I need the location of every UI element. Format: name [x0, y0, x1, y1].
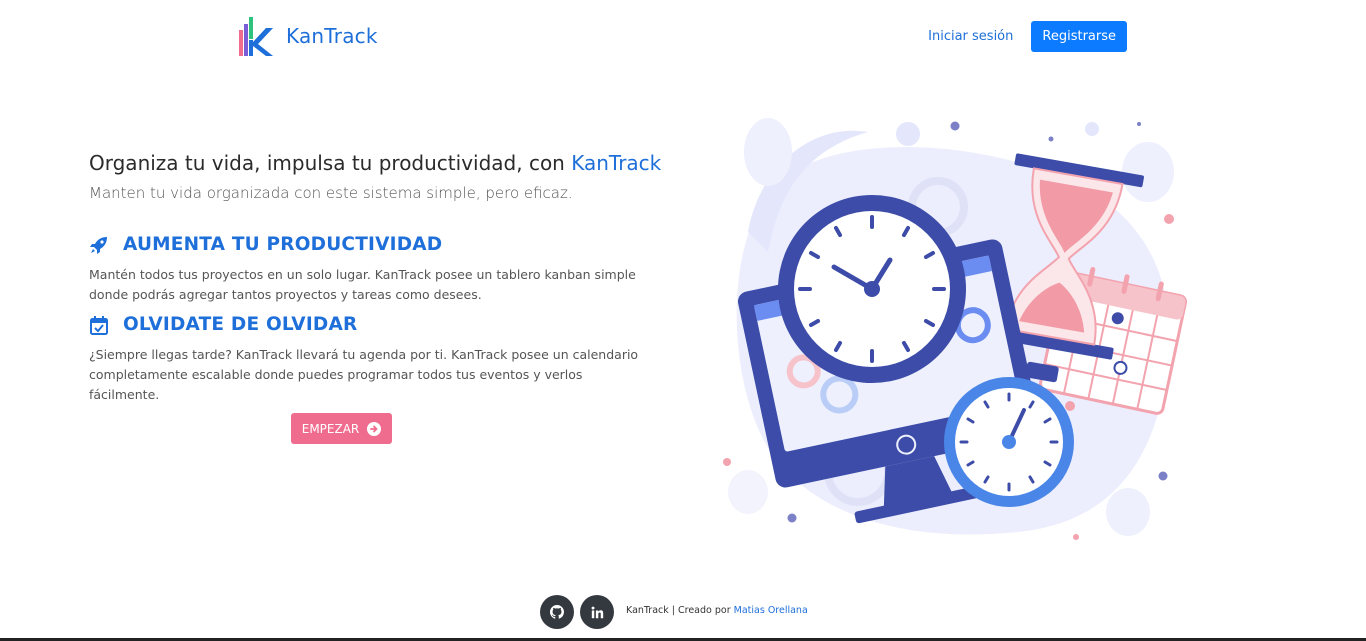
hero: Organiza tu vida, impulsa tu productivid…: [89, 148, 661, 202]
feature-header: OLVIDATE DE OLVIDAR: [89, 314, 649, 335]
hero-title-main: Organiza tu vida, impulsa tu productivid…: [89, 151, 572, 175]
navbar: KanTrack Iniciar sesión Registrarse: [0, 0, 1366, 72]
calendar-check-icon: [90, 315, 108, 335]
start-button[interactable]: EMPEZAR: [291, 413, 392, 444]
feature-title: AUMENTA TU PRODUCTIVIDAD: [123, 234, 443, 255]
brand-name: KanTrack: [286, 24, 378, 48]
feature-text: ¿Siempre llegas tarde? KanTrack llevará …: [89, 347, 639, 402]
linkedin-icon: [591, 606, 603, 618]
rocket-icon: [90, 236, 107, 254]
hero-title-accent: KanTrack: [571, 151, 662, 175]
kantrack-logo-icon: [239, 17, 273, 56]
arrow-right-circle-icon: [367, 421, 382, 436]
productivity-illustration: [723, 118, 1188, 540]
feature-productivity: AUMENTA TU PRODUCTIVIDAD Mantén todos tu…: [89, 234, 649, 305]
hero-subtitle: Manten tu vida organizada con este siste…: [89, 184, 573, 202]
login-link[interactable]: Iniciar sesión: [926, 23, 1015, 50]
feature-header: AUMENTA TU PRODUCTIVIDAD: [89, 234, 649, 255]
start-button-label: EMPEZAR: [301, 421, 360, 436]
nav-actions: Iniciar sesión Registrarse: [926, 21, 1127, 52]
brand-link[interactable]: KanTrack: [238, 16, 378, 56]
github-link[interactable]: [540, 595, 574, 629]
footer: KanTrack | Creado por Matias Orellana: [0, 595, 1366, 629]
feature-title: OLVIDATE DE OLVIDAR: [123, 314, 358, 335]
register-button[interactable]: Registrarse: [1031, 21, 1127, 52]
github-icon: [550, 605, 564, 619]
hero-title: Organiza tu vida, impulsa tu productivid…: [89, 148, 661, 178]
author-link[interactable]: Matias Orellana: [734, 605, 808, 616]
feature-text: Mantén todos tus proyectos en un solo lu…: [89, 267, 636, 302]
linkedin-link[interactable]: [580, 595, 614, 629]
feature-calendar: OLVIDATE DE OLVIDAR ¿Siempre llegas tard…: [89, 314, 649, 405]
footer-credit: KanTrack | Creado por Matias Orellana: [626, 605, 808, 616]
footer-credit-prefix: KanTrack | Creado por: [626, 605, 734, 616]
